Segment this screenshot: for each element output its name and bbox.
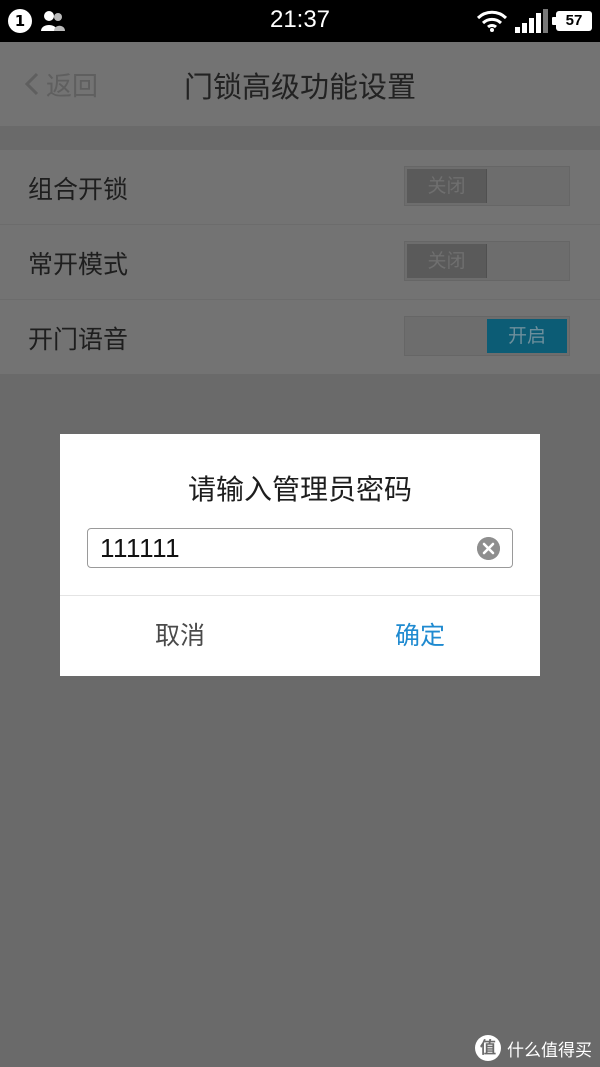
password-input[interactable]: 111111 bbox=[87, 528, 513, 568]
watermark-text: 什么值得买 bbox=[507, 1040, 592, 1061]
status-time: 21:37 bbox=[269, 6, 331, 33]
password-dialog: 请输入管理员密码 111111 取消 确定 bbox=[60, 434, 540, 676]
signal-icon bbox=[515, 9, 548, 33]
nav-bar: 返回 门锁高级功能设置 bbox=[0, 42, 600, 126]
toggle-knob: 关闭 bbox=[407, 169, 487, 203]
wifi-icon bbox=[476, 10, 508, 32]
setting-label: 常开模式 bbox=[28, 250, 129, 279]
toggle-knob: 开启 bbox=[487, 319, 567, 353]
battery-icon: 57 bbox=[552, 11, 592, 31]
setting-row-combo-unlock: 组合开锁 关闭 bbox=[0, 150, 600, 225]
page-title: 门锁高级功能设置 bbox=[183, 70, 416, 104]
section-gap bbox=[0, 126, 600, 150]
watermark-logo-icon: 值 bbox=[475, 1035, 501, 1061]
combo-unlock-toggle[interactable]: 关闭 bbox=[404, 166, 570, 206]
password-input-value: 111111 bbox=[100, 533, 181, 563]
door-voice-toggle[interactable]: 开启 bbox=[404, 316, 570, 356]
setting-row-door-voice: 开门语音 开启 bbox=[0, 300, 600, 375]
confirm-button[interactable]: 确定 bbox=[300, 596, 540, 676]
cancel-button[interactable]: 取消 bbox=[60, 596, 300, 676]
status-bar: 1 21:37 57 bbox=[0, 0, 600, 42]
toggle-knob: 关闭 bbox=[407, 244, 487, 278]
dialog-title: 请输入管理员密码 bbox=[187, 473, 412, 506]
setting-row-always-open: 常开模式 关闭 bbox=[0, 225, 600, 300]
setting-label: 开门语音 bbox=[28, 325, 129, 354]
watermark: 值 什么值得买 bbox=[475, 1035, 592, 1061]
clear-icon[interactable] bbox=[477, 537, 500, 560]
always-open-toggle[interactable]: 关闭 bbox=[404, 241, 570, 281]
settings-list: 组合开锁 关闭 常开模式 关闭 开门语音 开启 bbox=[0, 150, 600, 374]
setting-label: 组合开锁 bbox=[28, 175, 129, 204]
